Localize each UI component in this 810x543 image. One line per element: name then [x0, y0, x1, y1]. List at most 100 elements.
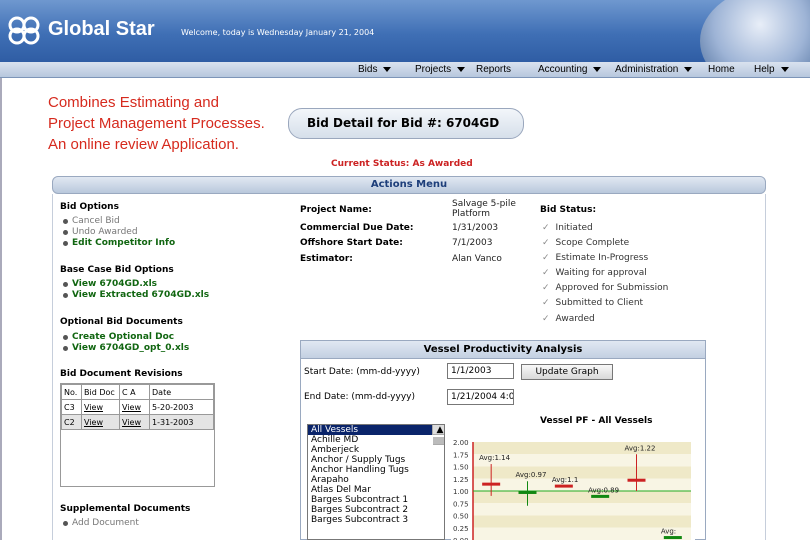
revisions-table: No. Bid Doc C A Date C3 View View 5-20-2…: [60, 383, 215, 487]
revisions-heading: Bid Document Revisions: [60, 369, 183, 379]
status-step: Approved for Submission: [542, 283, 669, 293]
chevron-down-icon: [593, 66, 602, 72]
avg-marker: [627, 478, 646, 482]
avg-marker: [591, 494, 610, 498]
table-header-row: No. Bid Doc C A Date: [61, 384, 214, 400]
chart-band: [473, 466, 691, 479]
chart-band: [473, 491, 691, 504]
view-xls-link[interactable]: View 6704GD.xls: [60, 279, 157, 289]
status-badge: Current Status: As Awarded: [331, 159, 473, 169]
start-date-value: 7/1/2003: [452, 238, 493, 248]
scroll-thumb[interactable]: [433, 437, 444, 445]
undo-awarded-link[interactable]: Undo Awarded: [60, 227, 138, 237]
vessel-list[interactable]: All Vessels Achille MD Amberjeck Anchor …: [307, 424, 445, 540]
view-optional-link[interactable]: View 6704GD_opt_0.xls: [60, 343, 189, 353]
view-ca-link[interactable]: View: [119, 399, 150, 415]
nav-administration[interactable]: Administration: [615, 64, 693, 75]
create-optional-link[interactable]: Create Optional Doc: [60, 332, 174, 342]
y-tick-label: 1.00: [453, 488, 469, 496]
bid-status-heading: Bid Status:: [540, 205, 597, 215]
avg-marker: [554, 484, 573, 488]
avg-label: Avg:0.97: [516, 471, 547, 479]
avg-label: Avg:1.14: [479, 454, 510, 462]
chart-band: [473, 515, 691, 528]
vpa-title: Vessel Productivity Analysis: [301, 341, 705, 359]
edit-competitor-link[interactable]: Edit Competitor Info: [60, 238, 175, 248]
list-item[interactable]: Barges Subcontract 2: [308, 505, 444, 515]
y-tick-label: 1.75: [453, 451, 469, 459]
chevron-down-icon: [383, 66, 392, 72]
avg-label: Avg:0.89: [588, 486, 619, 494]
table-row: C2 View View 1-31-2003: [61, 414, 214, 430]
avg-marker: [482, 482, 501, 486]
vessel-pf-chart: 2.001.751.501.251.000.750.500.250.00Avg:…: [453, 439, 691, 543]
chart-band: [473, 527, 691, 540]
project-name-label: Project Name:: [300, 205, 372, 215]
list-item[interactable]: Barges Subcontract 1: [308, 495, 444, 505]
chart-band: [473, 503, 691, 516]
supplemental-heading: Supplemental Documents: [60, 504, 191, 514]
scroll-up-icon[interactable]: ▲: [433, 425, 444, 435]
nav-home[interactable]: Home: [708, 64, 735, 75]
list-item[interactable]: Achille MD: [308, 435, 444, 445]
estimator-label: Estimator:: [300, 254, 353, 264]
list-item[interactable]: Atlas Del Mar: [308, 485, 444, 495]
due-date-value: 1/31/2003: [452, 223, 499, 233]
list-item[interactable]: Anchor Handling Tugs: [308, 465, 444, 475]
list-item[interactable]: All Vessels: [308, 425, 444, 435]
y-tick-label: 0.50: [453, 513, 469, 521]
avg-label: Avg:: [661, 528, 676, 536]
logo-knot-icon: [8, 16, 40, 45]
app-header: Global Star Welcome, today is Wednesday …: [0, 0, 810, 62]
welcome-message: Welcome, today is Wednesday January 21, …: [181, 28, 375, 37]
list-item[interactable]: Amberjeck: [308, 445, 444, 455]
status-step: Submitted to Client: [542, 298, 644, 308]
nav-reports[interactable]: Reports: [476, 64, 511, 75]
y-tick-label: 1.50: [453, 464, 469, 472]
y-tick-label: 0.25: [453, 525, 469, 533]
actions-menu-header: Actions Menu: [52, 176, 766, 194]
list-item[interactable]: Anchor / Supply Tugs: [308, 455, 444, 465]
view-bid-doc-link[interactable]: View: [81, 399, 120, 415]
caption-line: An online review Application.: [48, 136, 239, 153]
page-title: Bid Detail for Bid #: 6704GD: [288, 108, 524, 139]
list-item[interactable]: Arapaho: [308, 475, 444, 485]
status-step: Estimate In-Progress: [542, 253, 649, 263]
brand-name[interactable]: Global Star: [48, 18, 155, 41]
list-item[interactable]: Barges Subcontract 3: [308, 515, 444, 525]
status-step: Awarded: [542, 314, 595, 324]
cancel-bid-link[interactable]: Cancel Bid: [60, 216, 120, 226]
y-tick-label: 1.25: [453, 476, 469, 484]
chart-band: [473, 478, 691, 491]
bid-options-heading: Bid Options: [60, 202, 119, 212]
start-date-label: Offshore Start Date:: [300, 238, 403, 248]
table-row: C3 View View 5-20-2003: [61, 399, 214, 415]
caption-line: Combines Estimating and: [48, 94, 219, 111]
project-name-value: Salvage 5-pile Platform: [452, 199, 516, 219]
y-tick-label: 0.75: [453, 500, 469, 508]
view-bid-doc-link[interactable]: View: [81, 414, 120, 430]
view-ca-link[interactable]: View: [119, 414, 150, 430]
globe-image: [700, 0, 810, 62]
y-tick-label: 2.00: [453, 439, 469, 447]
estimator-value: Alan Vanco: [452, 254, 502, 264]
chart-band: [473, 442, 691, 455]
update-graph-button[interactable]: Update Graph: [521, 364, 613, 380]
nav-accounting[interactable]: Accounting: [538, 64, 602, 75]
end-date-input[interactable]: 1/21/2004 4:0: [447, 389, 514, 405]
nav-help[interactable]: Help: [754, 64, 789, 75]
view-extracted-link[interactable]: View Extracted 6704GD.xls: [60, 290, 209, 300]
list-scrollbar[interactable]: ▲: [432, 425, 444, 445]
presentation-caption: Combines Estimating and Project Manageme…: [48, 92, 265, 155]
end-date-field-label: End Date: (mm-dd-yyyy): [304, 392, 415, 402]
start-date-input[interactable]: 1/1/2003: [447, 363, 514, 379]
add-document-link[interactable]: Add Document: [60, 518, 139, 528]
status-step: Initiated: [542, 223, 593, 233]
nav-projects[interactable]: Projects: [415, 64, 466, 75]
start-date-field-label: Start Date: (mm-dd-yyyy): [304, 367, 420, 377]
avg-label: Avg:1.1: [552, 476, 578, 484]
nav-bids[interactable]: Bids: [358, 64, 392, 75]
status-step: Waiting for approval: [542, 268, 647, 278]
left-border: [0, 78, 2, 540]
chevron-down-icon: [780, 66, 789, 72]
